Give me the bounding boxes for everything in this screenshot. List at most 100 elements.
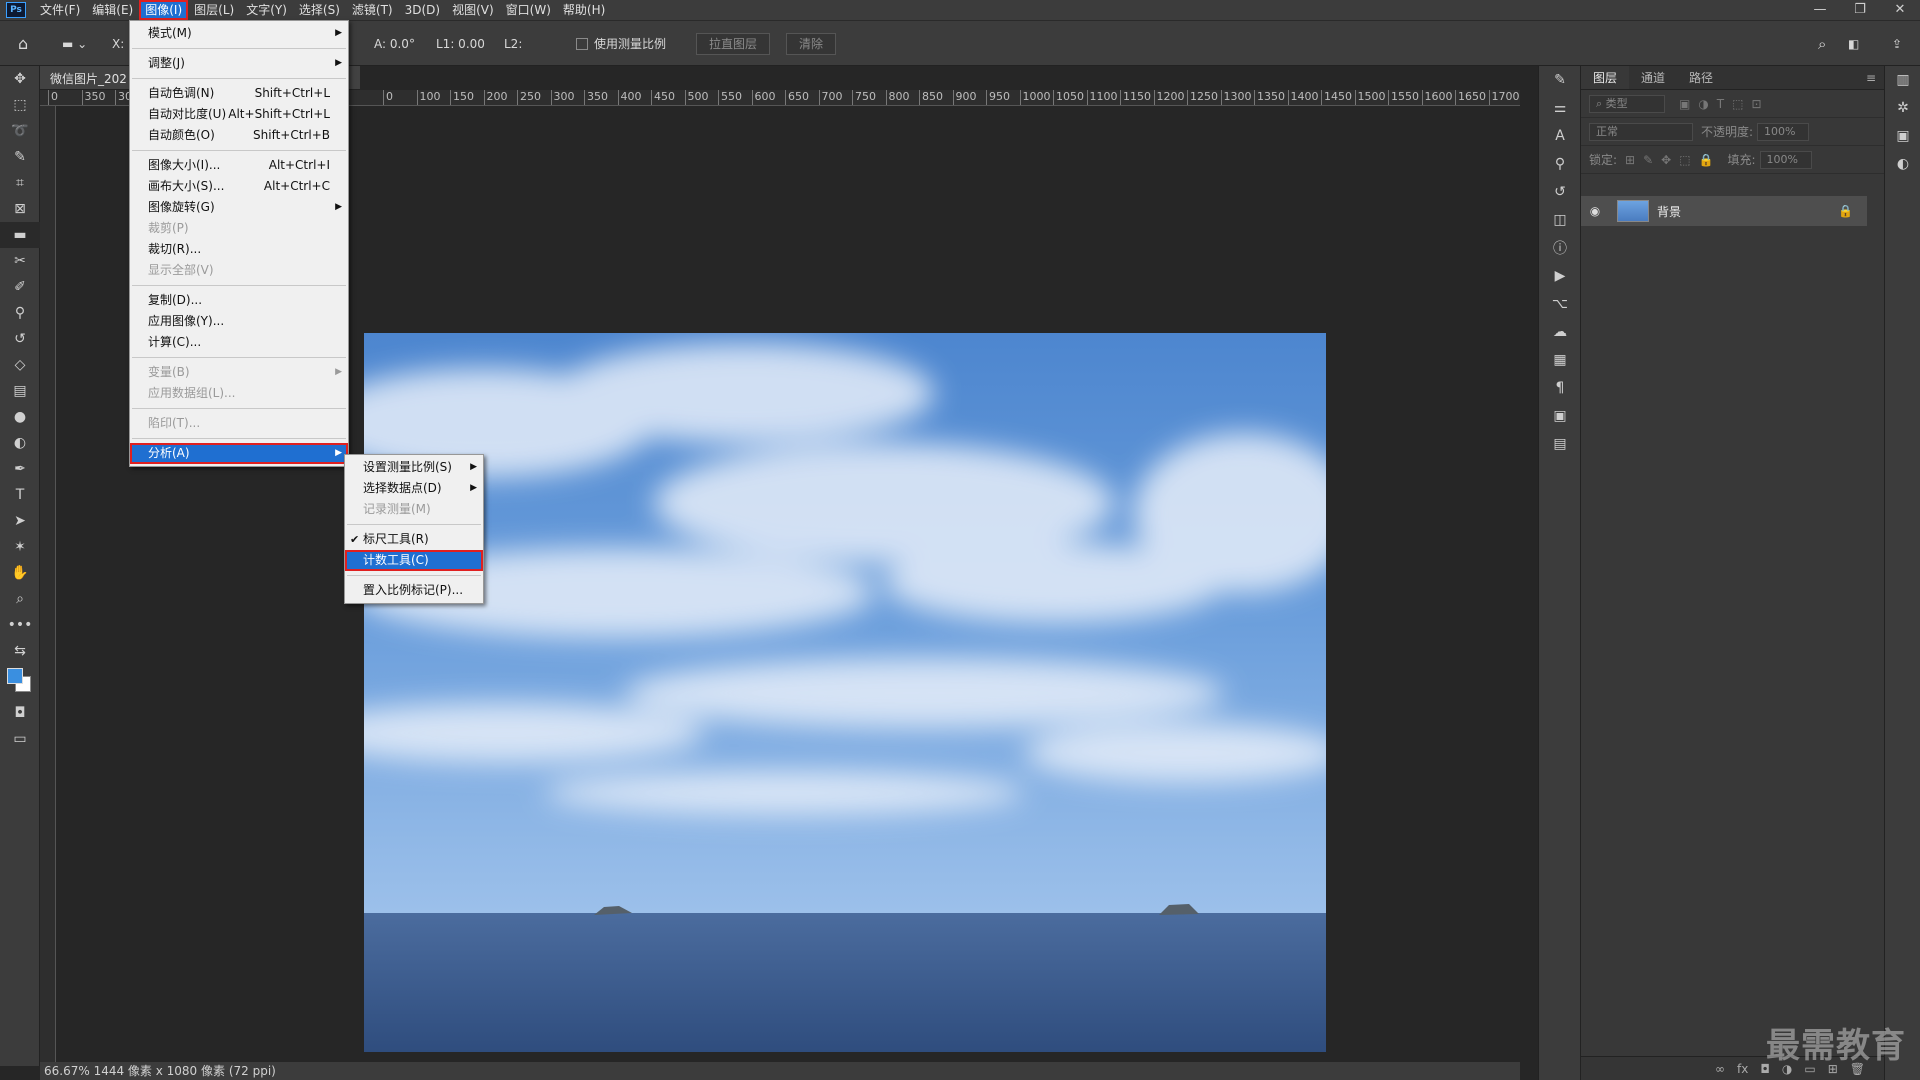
history-panel-icon[interactable]: ↺ (1539, 178, 1581, 206)
menu-4[interactable]: 文字(Y) (240, 0, 293, 20)
image_menu-item-0[interactable]: 模式(M) ▶ (130, 23, 348, 44)
filter-type-icons[interactable]: ▣◑T⬚⊡ (1679, 97, 1770, 111)
image_menu-item-5[interactable]: 自动对比度(U) Alt+Shift+Ctrl+L (130, 104, 348, 125)
image_menu-item-2[interactable]: 调整(J) ▶ (130, 53, 348, 74)
analysis_menu-item-1[interactable]: 选择数据点(D) ▶ (345, 478, 483, 499)
image_menu-item-15[interactable]: 复制(D)... (130, 290, 348, 311)
menu-1[interactable]: 编辑(E) (86, 0, 139, 20)
clear-button[interactable]: 清除 (786, 33, 837, 55)
path-select-icon[interactable]: ➤ (0, 508, 40, 534)
shape-tool-icon[interactable]: ✶ (0, 534, 40, 560)
tab-channels[interactable]: 通道 (1629, 66, 1677, 89)
color-wheel-icon[interactable]: ◐ (1885, 150, 1920, 178)
foreground-color[interactable] (7, 668, 23, 684)
properties-panel-icon[interactable]: ◫ (1539, 206, 1581, 234)
image_menu-item-4[interactable]: 自动色调(N) Shift+Ctrl+L (130, 83, 348, 104)
blur-tool-icon[interactable]: ● (0, 404, 40, 430)
type-tool-icon[interactable]: T (0, 482, 40, 508)
history-brush-icon[interactable]: ↺ (0, 326, 40, 352)
image_menu-item-24[interactable]: 分析(A) ▶ (130, 443, 348, 464)
frame-tool-icon[interactable]: ⊠ (0, 196, 40, 222)
share-icon[interactable]: ⇪ (1892, 35, 1902, 53)
menu-9[interactable]: 窗口(W) (500, 0, 557, 20)
menu-7[interactable]: 3D(D) (399, 0, 446, 20)
lock-icons[interactable]: ⊞✎✥⬚🔒 (1625, 153, 1721, 167)
brush-tool-icon[interactable]: ✐ (0, 274, 40, 300)
fx-icon[interactable]: fx (1737, 1062, 1748, 1076)
healing-tool-icon[interactable]: ✂ (0, 248, 40, 274)
straighten-layer-button[interactable]: 拉直图层 (696, 33, 771, 55)
clone-source-icon[interactable]: ⚲ (1539, 150, 1581, 178)
restore-button[interactable]: ❐ (1840, 0, 1880, 20)
blend-mode-select[interactable]: 正常 (1589, 122, 1693, 141)
analysis_menu-item-0[interactable]: 设置测量比例(S) ▶ (345, 457, 483, 478)
pen-tool-icon[interactable]: ✒ (0, 456, 40, 482)
gradient-tool-icon[interactable]: ▤ (0, 378, 40, 404)
menu-3[interactable]: 图层(L) (188, 0, 240, 20)
minimize-button[interactable]: — (1800, 0, 1840, 20)
navigator-icon[interactable]: ✲ (1885, 94, 1920, 122)
image_menu-item-12[interactable]: 裁切(R)... (130, 239, 348, 260)
panel-menu-icon[interactable]: ≡ (1866, 66, 1884, 89)
notes-panel-icon[interactable]: ▤ (1539, 430, 1581, 458)
3d-panel-icon[interactable]: ☁ (1539, 318, 1581, 346)
tab-paths[interactable]: 路径 (1677, 66, 1725, 89)
image_menu-item-6[interactable]: 自动颜色(O) Shift+Ctrl+B (130, 125, 348, 146)
use-scale-checkbox[interactable]: 使用测量比例 (576, 35, 666, 53)
zoom-tool-icon[interactable]: ⌕ (0, 586, 40, 612)
dodge-tool-icon[interactable]: ◐ (0, 430, 40, 456)
menu-2[interactable]: 图像(I) (139, 0, 189, 20)
menu-6[interactable]: 滤镜(T) (346, 0, 399, 20)
fill-field[interactable]: 100% (1759, 150, 1812, 169)
styles-panel-icon[interactable]: ⌥ (1539, 290, 1581, 318)
glyphs-panel-icon[interactable]: ▣ (1539, 402, 1581, 430)
analysis_menu-item-5[interactable]: 计数工具(C) (345, 550, 483, 571)
info-panel-icon[interactable]: ⓘ (1539, 234, 1581, 262)
menu-0[interactable]: 文件(F) (34, 0, 86, 20)
layer-filter-select[interactable]: ⌕ 类型 (1589, 94, 1665, 113)
ruler-tool-preset-icon[interactable]: ▬ ⌄ (62, 35, 87, 53)
workspace-icon[interactable]: ◧ (1848, 35, 1859, 53)
menu-5[interactable]: 选择(S) (293, 0, 346, 20)
quick-select-tool-icon[interactable]: ✎ (0, 144, 40, 170)
actions-panel-icon[interactable]: ▶ (1539, 262, 1581, 290)
home-icon[interactable]: ⌂ (18, 35, 28, 53)
brush-panel-icon[interactable]: ✎ (1539, 66, 1581, 94)
quick-mask-icon[interactable]: ◘ (0, 700, 40, 726)
link-layers-icon[interactable]: ∞ (1715, 1062, 1725, 1076)
crop-tool-icon[interactable]: ⌗ (0, 170, 40, 196)
search-icon[interactable]: ⌕ (1818, 35, 1826, 53)
color-swatches[interactable] (0, 664, 40, 700)
marquee-tool-icon[interactable]: ⬚ (0, 92, 40, 118)
image_menu-item-9[interactable]: 画布大小(S)... Alt+Ctrl+C (130, 176, 348, 197)
table-panel-icon[interactable]: ▦ (1539, 346, 1581, 374)
libraries-icon[interactable]: ▣ (1885, 122, 1920, 150)
move-tool-icon[interactable]: ✥ (0, 66, 40, 92)
screen-mode-icon[interactable]: ▭ (0, 726, 40, 752)
menu-item-label: 分析(A) (148, 446, 190, 460)
lasso-tool-icon[interactable]: ➰ (0, 118, 40, 144)
layer-row-background[interactable]: ◉ 背景 🔒 (1581, 196, 1867, 226)
image_menu-item-17[interactable]: 计算(C)... (130, 332, 348, 353)
histogram-icon[interactable]: ▥ (1885, 66, 1920, 94)
hand-tool-icon[interactable]: ✋ (0, 560, 40, 586)
opacity-field[interactable]: 100% (1757, 122, 1810, 141)
image_menu-item-16[interactable]: 应用图像(Y)... (130, 311, 348, 332)
more-tools-icon[interactable]: ••• (0, 612, 40, 638)
image_menu-item-8[interactable]: 图像大小(I)... Alt+Ctrl+I (130, 155, 348, 176)
analysis_menu-item-7[interactable]: 置入比例标记(P)... (345, 580, 483, 601)
character-panel-icon[interactable]: A (1539, 122, 1581, 150)
visibility-eye-icon[interactable]: ◉ (1581, 204, 1609, 218)
menu-8[interactable]: 视图(V) (446, 0, 500, 20)
paragraph-panel-icon[interactable]: ¶ (1539, 374, 1581, 402)
ruler-tool-icon[interactable]: ▬ (0, 222, 40, 248)
tab-layers[interactable]: 图层 (1581, 66, 1630, 89)
swap-colors-icon[interactable]: ⇆ (0, 638, 40, 664)
close-button[interactable]: ✕ (1880, 0, 1920, 20)
stamp-tool-icon[interactable]: ⚲ (0, 300, 40, 326)
adjustments-panel-icon[interactable]: ⚌ (1539, 94, 1581, 122)
eraser-tool-icon[interactable]: ◇ (0, 352, 40, 378)
menu-10[interactable]: 帮助(H) (557, 0, 611, 20)
analysis_menu-item-4[interactable]: ✔ 标尺工具(R) (345, 529, 483, 550)
image_menu-item-10[interactable]: 图像旋转(G) ▶ (130, 197, 348, 218)
